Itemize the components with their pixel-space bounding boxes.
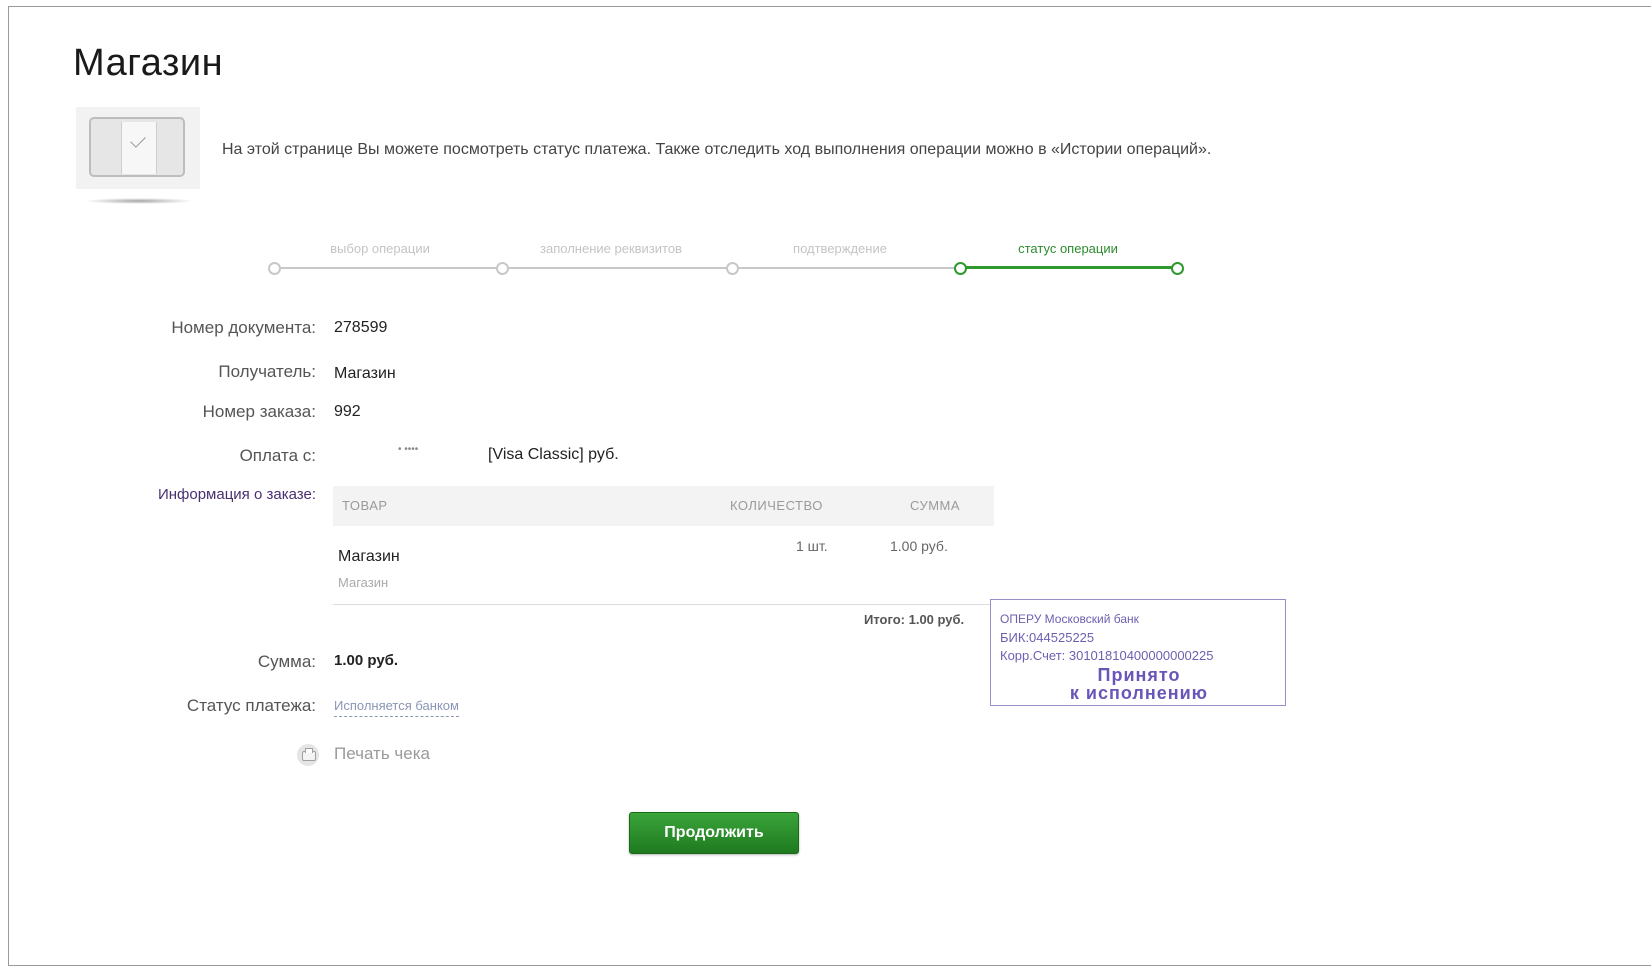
stamp-accepted-line2: к исполнению xyxy=(1069,683,1209,703)
continue-button[interactable]: Продолжить xyxy=(629,812,799,854)
step-dot xyxy=(496,262,509,275)
column-header-quantity: КОЛИЧЕСТВО xyxy=(730,498,823,513)
order-info-label: Информация о заказе: xyxy=(157,486,316,503)
order-table-header: ТОВАР КОЛИЧЕСТВО СУММА xyxy=(333,486,994,526)
receipt-icon xyxy=(76,107,200,189)
item-sum: 1.00 руб. xyxy=(890,538,948,554)
bank-stamp: ОПЕРУ Московский банк БИК:044525225 Корр… xyxy=(990,599,1286,706)
step-dot xyxy=(268,262,281,275)
card-type: [Visa Classic] руб. xyxy=(488,446,619,463)
order-table: ТОВАР КОЛИЧЕСТВО СУММА Магазин Магазин 1… xyxy=(333,486,994,605)
intro-text: На этой странице Вы можете посмотреть ст… xyxy=(222,141,1212,158)
stamp-accepted-line1: Принято xyxy=(1097,665,1181,685)
doc-number-value: 278599 xyxy=(334,319,388,336)
stamp-bank-name: ОПЕРУ Московский банк xyxy=(1000,612,1139,626)
order-number-value: 992 xyxy=(334,403,361,420)
stamp-corr-account: Корр.Счет: 30101810400000000225 xyxy=(1000,648,1214,663)
sum-value: 1.00 руб. xyxy=(334,652,399,669)
print-receipt-label: Печать чека xyxy=(334,744,430,763)
order-number-label: Номер заказа: xyxy=(202,402,316,421)
column-header-sum: СУММА xyxy=(910,498,961,513)
stamp-bik: БИК:044525225 xyxy=(1000,630,1095,645)
card-number-masked: • •••• xyxy=(398,444,419,455)
step-label-confirm: подтверждение xyxy=(793,241,887,256)
column-header-product: ТОВАР xyxy=(342,498,388,513)
step-dot-active xyxy=(954,262,967,275)
step-label-status: статус операции xyxy=(1018,241,1118,256)
sum-label: Сумма: xyxy=(257,652,316,671)
item-name: Магазин xyxy=(338,548,400,565)
table-row: Магазин Магазин 1 шт. 1.00 руб. xyxy=(333,526,994,605)
step-dot-end xyxy=(1171,262,1184,275)
progress-steps: выбор операции заполнение реквизитов под… xyxy=(268,236,1188,280)
step-label-fill: заполнение реквизитов xyxy=(540,241,682,256)
step-dot xyxy=(726,262,739,275)
item-description: Магазин xyxy=(338,575,389,590)
payment-status-link[interactable]: Исполняется банком xyxy=(334,698,459,717)
page-title: Магазин xyxy=(73,42,224,84)
step-label-select: выбор операции xyxy=(330,241,430,256)
order-total: Итого: 1.00 руб. xyxy=(864,612,965,627)
item-quantity: 1 шт. xyxy=(796,538,828,554)
recipient-label: Получатель: xyxy=(218,362,316,381)
recipient-value: Магазин xyxy=(334,365,396,382)
doc-number-label: Номер документа: xyxy=(171,318,316,337)
doc-number-row: Номер документа: xyxy=(60,318,316,342)
printer-icon xyxy=(297,744,319,766)
status-label: Статус платежа: xyxy=(186,696,316,715)
payment-from-label: Оплата с: xyxy=(239,446,316,465)
